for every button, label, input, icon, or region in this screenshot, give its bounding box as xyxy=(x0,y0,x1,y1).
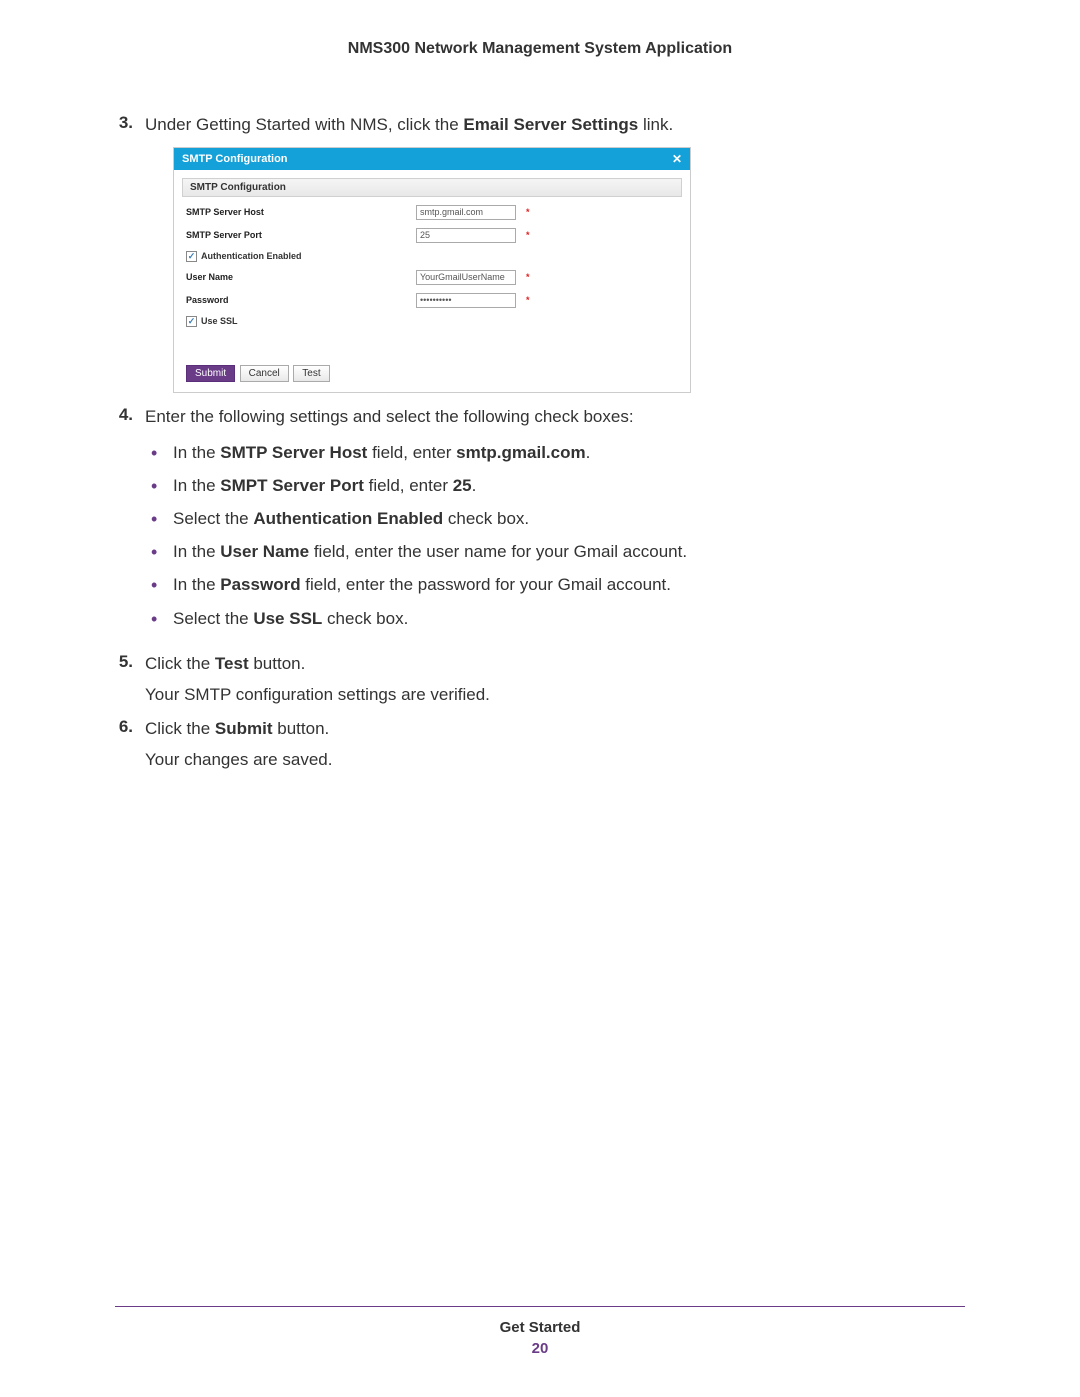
test-button[interactable]: Test xyxy=(293,365,329,382)
input-user[interactable] xyxy=(416,270,516,285)
checkbox-ssl[interactable]: ✓ xyxy=(186,316,197,327)
bullet-port: In the SMPT Server Port field, enter 25. xyxy=(145,472,965,499)
label-port: SMTP Server Port xyxy=(186,230,416,240)
checkbox-auth[interactable]: ✓ xyxy=(186,251,197,262)
step-text: Enter the following settings and select … xyxy=(145,407,634,426)
close-icon[interactable]: ✕ xyxy=(672,152,682,166)
footer-section: Get Started xyxy=(0,1319,1080,1336)
step-text: Under Getting Started with NMS, click th… xyxy=(145,115,673,134)
footer-rule xyxy=(115,1306,965,1307)
bullet-pass: In the Password field, enter the passwor… xyxy=(145,571,965,598)
label-host: SMTP Server Host xyxy=(186,207,416,217)
bullet-ssl: Select the Use SSL check box. xyxy=(145,605,965,632)
required-asterisk: * xyxy=(526,230,536,240)
step-number: 6. xyxy=(115,717,145,772)
smtp-config-dialog: SMTP Configuration ✕ SMTP Configuration … xyxy=(173,147,691,393)
step-number: 3. xyxy=(115,113,145,137)
required-asterisk: * xyxy=(526,272,536,282)
input-pass[interactable] xyxy=(416,293,516,308)
section-header: SMTP Configuration xyxy=(182,178,682,197)
label-pass: Password xyxy=(186,295,416,305)
required-asterisk: * xyxy=(526,295,536,305)
text-post: link. xyxy=(638,115,673,134)
footer-page-number: 20 xyxy=(0,1340,1080,1357)
step-4: 4. Enter the following settings and sele… xyxy=(115,405,965,642)
page-content: 3. Under Getting Started with NMS, click… xyxy=(0,58,1080,772)
page-header: NMS300 Network Management System Applica… xyxy=(0,0,1080,58)
label-user: User Name xyxy=(186,272,416,282)
label-ssl: Use SSL xyxy=(201,316,238,326)
step-number: 4. xyxy=(115,405,145,642)
text-pre: Under Getting Started with NMS, click th… xyxy=(145,115,463,134)
submit-button[interactable]: Submit xyxy=(186,365,235,382)
bullet-auth: Select the Authentication Enabled check … xyxy=(145,505,965,532)
step-6: 6. Click the Submit button. Your changes… xyxy=(115,717,965,772)
step-number: 5. xyxy=(115,652,145,707)
bullet-host: In the SMTP Server Host field, enter smt… xyxy=(145,439,965,466)
input-host[interactable] xyxy=(416,205,516,220)
dialog-titlebar: SMTP Configuration ✕ xyxy=(174,148,690,170)
dialog-title: SMTP Configuration xyxy=(182,153,288,165)
required-asterisk: * xyxy=(526,207,536,217)
step-3: 3. Under Getting Started with NMS, click… xyxy=(115,113,965,137)
step-subtext: Your SMTP configuration settings are ver… xyxy=(145,682,965,708)
bullet-user: In the User Name field, enter the user n… xyxy=(145,538,965,565)
cancel-button[interactable]: Cancel xyxy=(240,365,289,382)
input-port[interactable] xyxy=(416,228,516,243)
step-subtext: Your changes are saved. xyxy=(145,747,965,773)
label-auth: Authentication Enabled xyxy=(201,251,302,261)
text-link: Email Server Settings xyxy=(463,115,638,134)
page-footer: Get Started 20 xyxy=(0,1319,1080,1357)
step-5: 5. Click the Test button. Your SMTP conf… xyxy=(115,652,965,707)
